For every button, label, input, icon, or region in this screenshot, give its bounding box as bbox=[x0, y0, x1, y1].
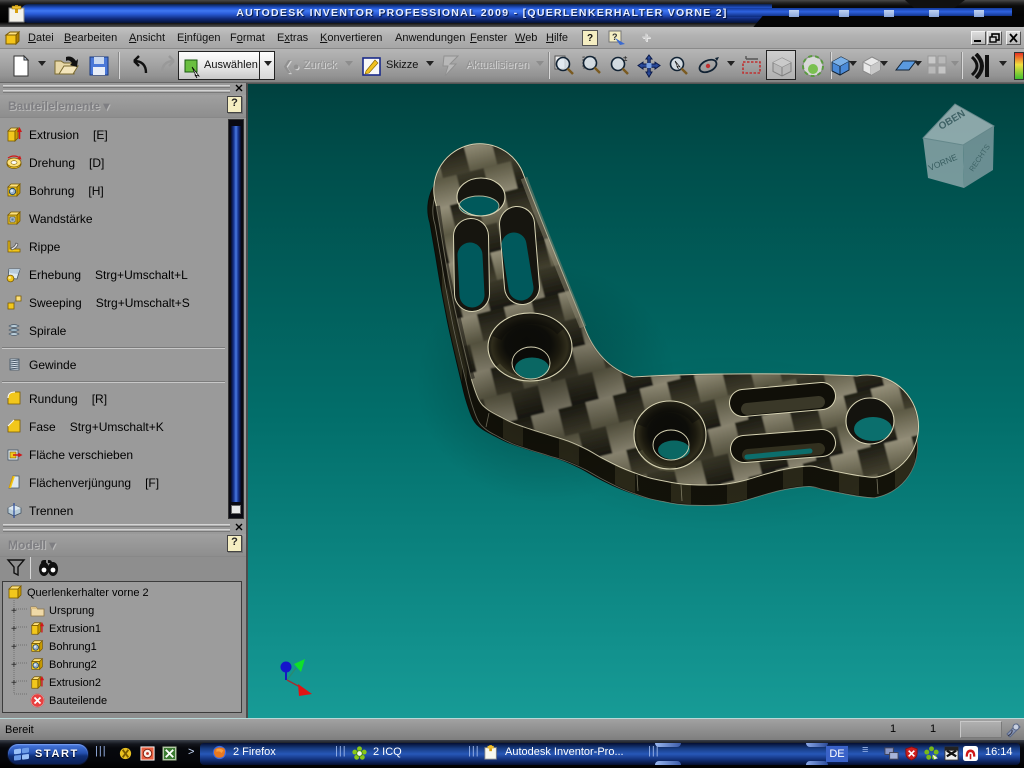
svg-text:±: ± bbox=[623, 54, 628, 63]
svg-text:?: ? bbox=[612, 32, 618, 42]
